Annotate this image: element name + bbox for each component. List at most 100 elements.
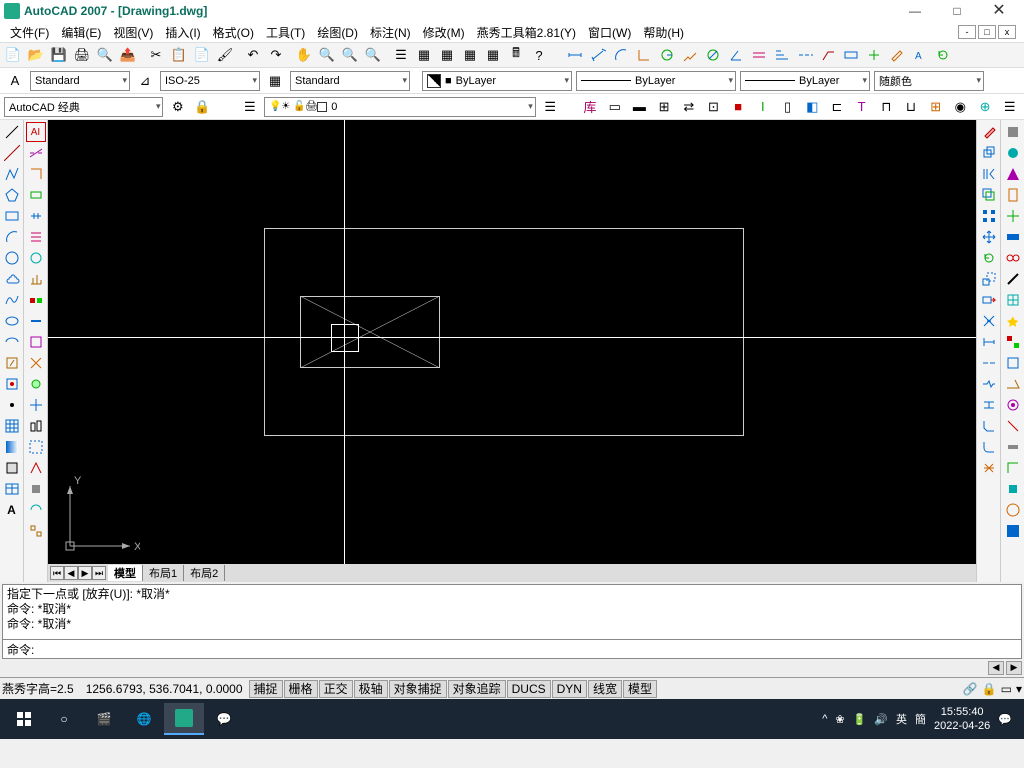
yr-t12[interactable] <box>1003 353 1023 373</box>
status-clean-icon[interactable]: ▾ <box>1016 682 1022 696</box>
scroll-right-button[interactable]: ▶ <box>1006 661 1022 675</box>
plotstyle-combo[interactable]: 随颜色 <box>874 71 984 91</box>
spline-button[interactable] <box>2 290 22 310</box>
dim-baseline-button[interactable] <box>771 44 793 66</box>
toggle-osnap[interactable]: 对象捕捉 <box>389 680 447 698</box>
mirror-button[interactable] <box>979 164 999 184</box>
yr-t18[interactable] <box>1003 479 1023 499</box>
toggle-otrack[interactable]: 对象追踪 <box>448 680 506 698</box>
workspace-settings-button[interactable]: ⚙ <box>167 96 188 118</box>
yanxiu-tool11-button[interactable]: T <box>851 96 872 118</box>
yx-t18[interactable] <box>26 521 46 541</box>
tab-layout2[interactable]: 布局2 <box>184 565 225 581</box>
copy-button[interactable]: 📋 <box>168 44 190 66</box>
yx-t12[interactable] <box>26 395 46 415</box>
yx-t3[interactable] <box>26 206 46 226</box>
menu-insert[interactable]: 插入(I) <box>159 24 206 41</box>
dim-leader-button[interactable] <box>817 44 839 66</box>
dim-tolerance-button[interactable] <box>840 44 862 66</box>
status-tray-icon[interactable]: ▭ <box>1001 682 1012 696</box>
extend-button[interactable] <box>979 332 999 352</box>
drawing-canvas[interactable]: Y X ⏮ ◀ ▶ ⏭ 模型 布局1 布局2 <box>48 120 976 582</box>
yx-t15[interactable] <box>26 458 46 478</box>
yanxiu-tool5-button[interactable]: ⊡ <box>703 96 724 118</box>
menu-tools[interactable]: 工具(T) <box>260 24 311 41</box>
scale-button[interactable] <box>979 269 999 289</box>
dim-ordinate-button[interactable] <box>633 44 655 66</box>
menu-file[interactable]: 文件(F) <box>4 24 55 41</box>
polygon-button[interactable] <box>2 185 22 205</box>
toggle-lwt[interactable]: 线宽 <box>588 680 622 698</box>
circle-button[interactable] <box>2 248 22 268</box>
tab-layout1[interactable]: 布局1 <box>143 565 184 581</box>
yx-t4[interactable] <box>26 227 46 247</box>
toggle-polar[interactable]: 极轴 <box>354 680 388 698</box>
yanxiu-tool9-button[interactable]: ◧ <box>802 96 823 118</box>
yanxiu-tool15-button[interactable]: ◉ <box>950 96 971 118</box>
yanxiu-tool17-button[interactable]: ☰ <box>999 96 1020 118</box>
yr-t7[interactable] <box>1003 248 1023 268</box>
textstyle-icon[interactable]: A <box>4 70 26 92</box>
toggle-dyn[interactable]: DYN <box>552 680 587 698</box>
properties-button[interactable]: ☰ <box>390 44 412 66</box>
yr-t6[interactable] <box>1003 227 1023 247</box>
new-button[interactable]: 📄 <box>2 44 24 66</box>
ellipsearc-button[interactable] <box>2 332 22 352</box>
gradient-button[interactable] <box>2 437 22 457</box>
zoom-previous-button[interactable]: 🔍 <box>362 44 384 66</box>
preview-button[interactable]: 🔍 <box>94 44 116 66</box>
dim-angular-button[interactable] <box>725 44 747 66</box>
paste-button[interactable]: 📄 <box>191 44 213 66</box>
yx-dim-button[interactable] <box>26 143 46 163</box>
yanxiu-tool1-button[interactable]: ▭ <box>604 96 625 118</box>
menu-edit[interactable]: 编辑(E) <box>55 24 107 41</box>
mdi-restore-button[interactable]: □ <box>978 25 996 39</box>
yr-t11[interactable] <box>1003 332 1023 352</box>
yr-t8[interactable] <box>1003 269 1023 289</box>
yr-t4[interactable] <box>1003 185 1023 205</box>
mtext-button[interactable]: A <box>2 500 22 520</box>
taskbar-autocad[interactable] <box>164 703 204 735</box>
break-button[interactable] <box>979 353 999 373</box>
linetype-combo[interactable]: ByLayer <box>576 71 736 91</box>
dim-linear-button[interactable] <box>564 44 586 66</box>
menu-format[interactable]: 格式(O) <box>207 24 260 41</box>
yr-t3[interactable] <box>1003 164 1023 184</box>
yx-t13[interactable] <box>26 416 46 436</box>
stretch-button[interactable] <box>979 290 999 310</box>
line-button[interactable] <box>2 122 22 142</box>
yr-t15[interactable] <box>1003 416 1023 436</box>
yr-t10[interactable] <box>1003 311 1023 331</box>
erase-button[interactable] <box>979 122 999 142</box>
join-button[interactable] <box>979 395 999 415</box>
dim-continue-button[interactable] <box>794 44 816 66</box>
table-button[interactable] <box>2 479 22 499</box>
tab-next-button[interactable]: ▶ <box>78 566 92 580</box>
dim-jogged-button[interactable] <box>679 44 701 66</box>
tab-model[interactable]: 模型 <box>108 565 143 581</box>
taskbar-app1[interactable]: 🎬 <box>84 703 124 735</box>
pline-button[interactable] <box>2 164 22 184</box>
explode-button[interactable] <box>979 458 999 478</box>
layer-prev-button[interactable]: ☰ <box>540 96 561 118</box>
tray-battery-icon[interactable]: 🔋 <box>853 713 867 726</box>
markup-button[interactable]: ▦ <box>482 44 504 66</box>
xline-button[interactable] <box>2 143 22 163</box>
block-button[interactable] <box>2 374 22 394</box>
redo-button[interactable]: ↷ <box>265 44 287 66</box>
quickcalc-button[interactable]: 🖩 <box>505 44 527 66</box>
yx-t6[interactable] <box>26 269 46 289</box>
tray-clock[interactable]: 15:55:40 2022-04-26 <box>934 705 990 733</box>
yanxiu-tool4-button[interactable]: ⇄ <box>678 96 699 118</box>
toggle-model[interactable]: 模型 <box>623 680 657 698</box>
textstyle-combo[interactable]: Standard <box>30 71 130 91</box>
tray-ime1[interactable]: 英 <box>896 711 907 727</box>
yanxiu-tool16-button[interactable]: ⊕ <box>975 96 996 118</box>
yx-t2[interactable] <box>26 185 46 205</box>
yx-t7[interactable] <box>26 290 46 310</box>
yr-t16[interactable] <box>1003 437 1023 457</box>
array-button[interactable] <box>979 206 999 226</box>
tab-prev-button[interactable]: ◀ <box>64 566 78 580</box>
sheetset-button[interactable]: ▦ <box>459 44 481 66</box>
status-lock-icon[interactable]: 🔒 <box>982 682 997 696</box>
